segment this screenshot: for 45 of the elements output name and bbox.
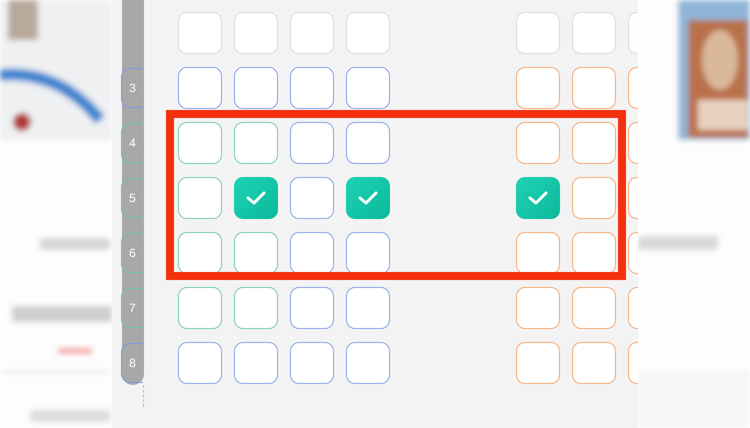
seat[interactable] [572, 342, 616, 384]
row-number: 3 [121, 68, 143, 108]
selected-seat[interactable] [346, 177, 390, 219]
seat[interactable] [290, 287, 334, 329]
seat[interactable] [234, 232, 278, 274]
seat[interactable] [178, 67, 222, 109]
seat[interactable] [178, 122, 222, 164]
row-number: 4 [121, 123, 143, 163]
checkmark-icon [358, 190, 378, 206]
seat[interactable] [290, 67, 334, 109]
seat[interactable] [516, 287, 560, 329]
seat[interactable] [572, 177, 616, 219]
seat[interactable] [178, 342, 222, 384]
seat[interactable] [346, 67, 390, 109]
selected-seat[interactable] [234, 177, 278, 219]
seat[interactable] [572, 67, 616, 109]
seat[interactable] [234, 67, 278, 109]
row-number: 6 [121, 233, 143, 273]
seat[interactable] [234, 287, 278, 329]
seat[interactable] [290, 232, 334, 274]
seat[interactable] [572, 232, 616, 274]
seat[interactable] [178, 177, 222, 219]
row-number: 8 [121, 343, 143, 383]
seat[interactable] [178, 287, 222, 329]
seat[interactable] [290, 177, 334, 219]
seat[interactable] [290, 122, 334, 164]
seat[interactable] [572, 122, 616, 164]
row-number: 5 [121, 178, 143, 218]
seat[interactable] [516, 342, 560, 384]
seat[interactable] [346, 342, 390, 384]
checkmark-icon [528, 190, 548, 206]
seat[interactable] [516, 122, 560, 164]
seat[interactable] [234, 342, 278, 384]
seat[interactable] [290, 342, 334, 384]
seat[interactable] [516, 67, 560, 109]
seat[interactable] [346, 232, 390, 274]
checkmark-icon [246, 190, 266, 206]
selected-seat[interactable] [516, 177, 560, 219]
row-number: 7 [121, 288, 143, 328]
seat[interactable] [346, 287, 390, 329]
seat[interactable] [234, 122, 278, 164]
seat[interactable] [516, 232, 560, 274]
seat[interactable] [178, 232, 222, 274]
seat[interactable] [572, 287, 616, 329]
seat[interactable] [346, 122, 390, 164]
